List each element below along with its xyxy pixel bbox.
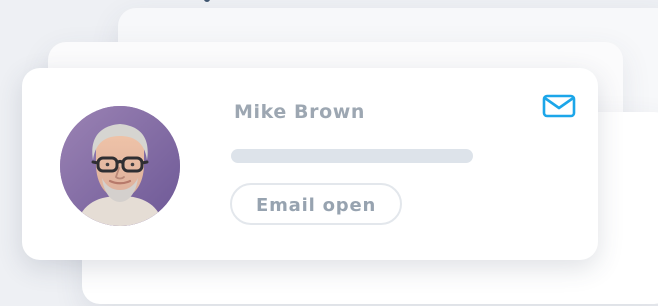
avatar bbox=[60, 106, 180, 226]
mail-icon[interactable] bbox=[542, 94, 576, 118]
top-indicator-dot bbox=[204, 0, 210, 2]
contact-name: Mike Brown bbox=[234, 101, 366, 123]
placeholder-bar bbox=[231, 149, 473, 163]
status-badge: Email open bbox=[230, 183, 403, 225]
contact-card[interactable]: Mike Brown Email open bbox=[22, 68, 598, 260]
